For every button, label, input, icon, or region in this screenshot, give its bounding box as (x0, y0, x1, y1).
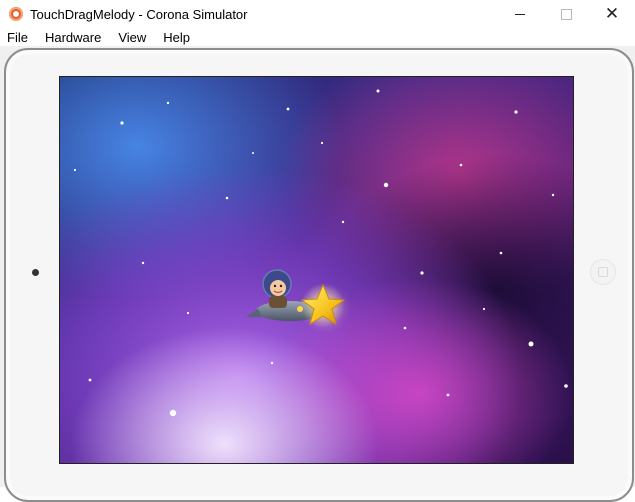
corona-logo-icon (9, 7, 23, 21)
menu-bar: File Hardware View Help (0, 28, 635, 46)
window-title: TouchDragMelody - Corona Simulator (30, 6, 248, 22)
window-controls: ✕ (497, 0, 635, 28)
menu-view[interactable]: View (118, 30, 161, 45)
home-button[interactable] (590, 259, 616, 285)
space-nebula-background (60, 77, 573, 463)
menu-hardware[interactable]: Hardware (45, 30, 116, 45)
minimize-icon (515, 13, 525, 15)
tablet-device-frame (4, 48, 634, 502)
close-icon: ✕ (604, 4, 620, 23)
maximize-icon (560, 8, 572, 20)
star-sprite[interactable] (300, 283, 346, 328)
close-button[interactable]: ✕ (589, 0, 635, 28)
simulator-screen[interactable] (59, 76, 574, 464)
title-bar: TouchDragMelody - Corona Simulator ✕ (0, 0, 635, 28)
maximize-button[interactable] (543, 0, 589, 28)
menu-help[interactable]: Help (163, 30, 205, 45)
minimize-button[interactable] (497, 0, 543, 28)
simulator-area (0, 46, 635, 502)
camera-icon (32, 269, 39, 276)
menu-file[interactable]: File (7, 30, 43, 45)
